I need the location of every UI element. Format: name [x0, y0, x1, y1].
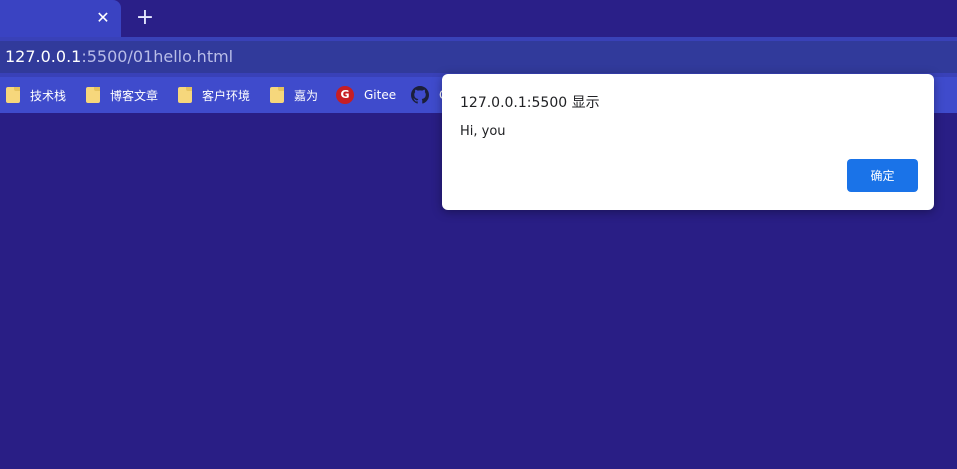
tab-strip: ✕ +	[0, 0, 957, 37]
dialog-message: Hi, you	[460, 124, 506, 139]
url-field[interactable]: 127.0.0.1:5500/01hello.html	[0, 41, 957, 73]
address-bar: 127.0.0.1:5500/01hello.html	[0, 37, 957, 77]
folder-icon	[86, 87, 100, 103]
active-tab[interactable]: ✕	[0, 0, 121, 37]
bookmark-folder-jiawei[interactable]: 嘉为	[270, 77, 318, 113]
bookmark-label: Gitee	[364, 88, 397, 102]
bookmark-folder-tech-stack[interactable]: 技术栈	[6, 77, 66, 113]
bookmark-folder-customer-env[interactable]: 客户环境	[178, 77, 250, 113]
bookmark-label: 技术栈	[30, 88, 67, 103]
bookmark-label: 嘉为	[294, 88, 319, 103]
new-tab-icon[interactable]: +	[134, 6, 156, 30]
bookmark-label: 博客文章	[110, 88, 159, 103]
alert-dialog: 127.0.0.1:5500 显示 Hi, you 确定	[442, 74, 934, 210]
close-tab-icon[interactable]: ✕	[93, 8, 113, 28]
ok-button[interactable]: 确定	[847, 159, 918, 192]
dialog-title: 127.0.0.1:5500 显示	[460, 95, 600, 111]
bookmark-label: 客户环境	[202, 88, 251, 103]
folder-icon	[178, 87, 192, 103]
bookmark-gitee[interactable]: G Gitee	[336, 77, 396, 113]
url-host: 127.0.0.1	[5, 47, 82, 66]
url-path: :5500/01hello.html	[81, 47, 234, 66]
gitee-icon: G	[336, 86, 354, 104]
folder-icon	[6, 87, 20, 103]
bookmark-folder-blog-posts[interactable]: 博客文章	[86, 77, 158, 113]
github-icon	[411, 86, 429, 104]
folder-icon	[270, 87, 284, 103]
